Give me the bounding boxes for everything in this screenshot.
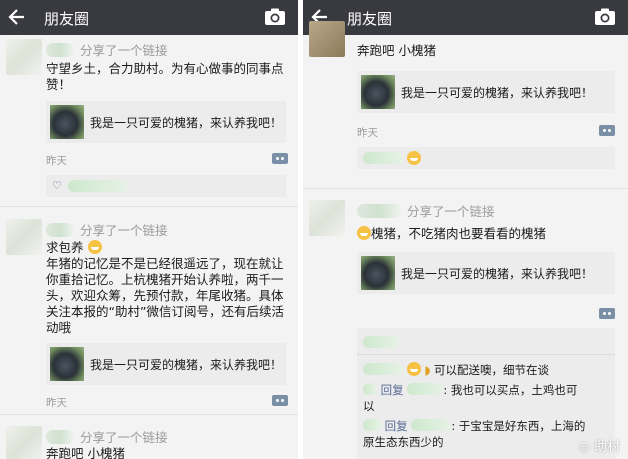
left-moments-panel: 朋友圈 分享了一个链接 守望乡土，合力助村。为有心做事的同事点 赞！ 我是一只可… xyxy=(0,0,298,459)
user-name[interactable] xyxy=(46,43,74,57)
comment-icon[interactable] xyxy=(272,395,288,406)
banana-emoji-icon: ◗ xyxy=(424,363,431,377)
link-title: 我是一只可爱的槐猪，来认养我吧！ xyxy=(401,86,594,100)
watermark: ◎ 助村 xyxy=(578,440,621,455)
post-text-line: 动哦 xyxy=(46,320,72,335)
avatar[interactable] xyxy=(6,426,42,459)
link-card[interactable]: 我是一只可爱的槐猪，来认养我吧！ xyxy=(46,343,286,385)
camera-icon[interactable] xyxy=(594,8,616,26)
moment-post: 分享了一个链接 求包养 年猪的记忆是不是已经很遥远了，现在就让 你重拾记忆。上杭… xyxy=(0,215,298,415)
pig-thumbnail xyxy=(50,105,84,139)
commenter-name[interactable] xyxy=(363,363,403,375)
user-name[interactable] xyxy=(46,430,74,444)
smile-emoji-icon xyxy=(357,226,371,240)
heart-icon: ♡ xyxy=(52,179,62,192)
post-time: 昨天 xyxy=(46,397,67,409)
link-card[interactable]: 我是一只可爱的槐猪，来认养我吧！ xyxy=(357,252,615,294)
post-text-line: 求包养 xyxy=(46,240,296,256)
page-title: 朋友圈 xyxy=(347,10,393,28)
smile-emoji-icon xyxy=(406,362,421,376)
title-bar: 朋友圈 xyxy=(303,0,628,35)
avatar[interactable] xyxy=(309,200,345,236)
commenter-name[interactable] xyxy=(363,383,377,395)
pig-thumbnail xyxy=(361,75,395,109)
post-text-line: 你重拾记忆。上杭槐猪开始认养啦，两千一 xyxy=(46,272,284,287)
commenter-name[interactable] xyxy=(407,383,444,395)
right-moments-panel: 朋友圈 奔跑吧 小槐猪 我是一只可爱的槐猪，来认养我吧！ 昨天 分享了一个链接 … xyxy=(303,0,628,459)
post-text: 求包养 年猪的记忆是不是已经很遥远了，现在就让 你重拾记忆。上杭槐猪开始认养啦，… xyxy=(46,240,296,336)
moment-post: 分享了一个链接 槐猪，不吃猪肉也要看看的槐猪 我是一只可爱的槐猪，来认养我吧！ … xyxy=(303,196,628,459)
user-name[interactable] xyxy=(46,223,74,237)
comment-line[interactable]: 回复 : 于宝宝是好东西，上海的 xyxy=(363,418,585,434)
post-text-line: 守望乡土，合力助村。为有心做事的同事点 xyxy=(46,61,284,76)
shared-link-label: 分享了一个链接 xyxy=(80,43,168,58)
title-bar: 朋友圈 xyxy=(0,0,298,35)
camera-icon[interactable] xyxy=(264,8,286,26)
page-title: 朋友圈 xyxy=(44,10,90,28)
link-card[interactable]: 我是一只可爱的槐猪，来认养我吧！ xyxy=(357,71,615,113)
comment-icon[interactable] xyxy=(599,125,615,136)
divider xyxy=(303,188,628,189)
commenter-name[interactable] xyxy=(411,419,452,431)
post-text-line: 赞！ xyxy=(46,77,72,92)
post-time: 昨天 xyxy=(357,127,378,139)
liker-names[interactable] xyxy=(363,152,403,164)
moment-post: 分享了一个链接 守望乡土，合力助村。为有心做事的同事点 赞！ 我是一只可爱的槐猪… xyxy=(0,35,298,205)
post-text-line: 年猪的记忆是不是已经很遥远了，现在就让 xyxy=(46,256,284,271)
likes-box xyxy=(357,147,615,169)
comment-line[interactable]: 回复 : 我也可以买点，土鸡也可 xyxy=(363,382,577,398)
comment-line[interactable]: ◗ 可以配送噢，细节在谈 xyxy=(363,362,549,378)
post-text-line: 头，欢迎众筹，先预付款，年尾收猪。具体 xyxy=(46,288,284,303)
moment-post: 分享了一个链接 奔跑吧 小槐猪 xyxy=(0,422,298,459)
liker-names[interactable] xyxy=(68,180,128,192)
avatar[interactable] xyxy=(6,39,42,75)
link-card[interactable]: 我是一只可爱的槐猪，来认养我吧！ xyxy=(46,101,286,143)
divider xyxy=(0,206,298,207)
pig-thumbnail xyxy=(50,347,84,381)
user-name[interactable] xyxy=(357,204,401,218)
avatar[interactable] xyxy=(6,219,42,255)
wechat-icon: ◎ xyxy=(578,440,590,455)
pig-thumbnail xyxy=(361,256,395,290)
comment-icon[interactable] xyxy=(272,153,288,164)
post-text: 守望乡土，合力助村。为有心做事的同事点 赞！ xyxy=(46,61,294,93)
post-text-line: 关注本报的“助村”微信订阅号，还有后续活 xyxy=(46,304,284,319)
comment-line: 以 xyxy=(363,399,375,413)
comment-line: 原生态东西少的 xyxy=(363,435,444,449)
post-text: 槐猪，不吃猪肉也要看看的槐猪 xyxy=(357,226,546,242)
back-arrow-icon[interactable] xyxy=(8,7,26,27)
smile-emoji-icon xyxy=(87,240,102,254)
link-title: 我是一只可爱的槐猪，来认养我吧！ xyxy=(401,267,594,281)
post-text: 奔跑吧 小槐猪 xyxy=(46,446,125,459)
likes-box: ♡ xyxy=(46,175,286,197)
comment-icon[interactable] xyxy=(599,308,615,319)
moment-post: 奔跑吧 小槐猪 我是一只可爱的槐猪，来认养我吧！ 昨天 xyxy=(303,21,628,185)
link-title: 我是一只可爱的槐猪，来认养我吧！ xyxy=(90,358,283,372)
commenter-name[interactable] xyxy=(363,419,381,431)
post-text: 奔跑吧 小槐猪 xyxy=(357,43,436,58)
comments-box: ◗ 可以配送噢，细节在谈 回复 : 我也可以买点，土鸡也可 以 回复 : 于宝宝… xyxy=(357,328,615,459)
shared-link-label: 分享了一个链接 xyxy=(80,430,168,445)
avatar[interactable] xyxy=(309,21,345,57)
liker-names[interactable] xyxy=(363,336,399,348)
shared-link-label: 分享了一个链接 xyxy=(80,223,168,238)
divider xyxy=(357,354,615,355)
post-time: 昨天 xyxy=(46,155,67,167)
smile-emoji-icon xyxy=(407,151,421,165)
shared-link-label: 分享了一个链接 xyxy=(407,204,495,219)
link-title: 我是一只可爱的槐猪，来认养我吧！ xyxy=(90,116,283,130)
divider xyxy=(0,414,298,415)
